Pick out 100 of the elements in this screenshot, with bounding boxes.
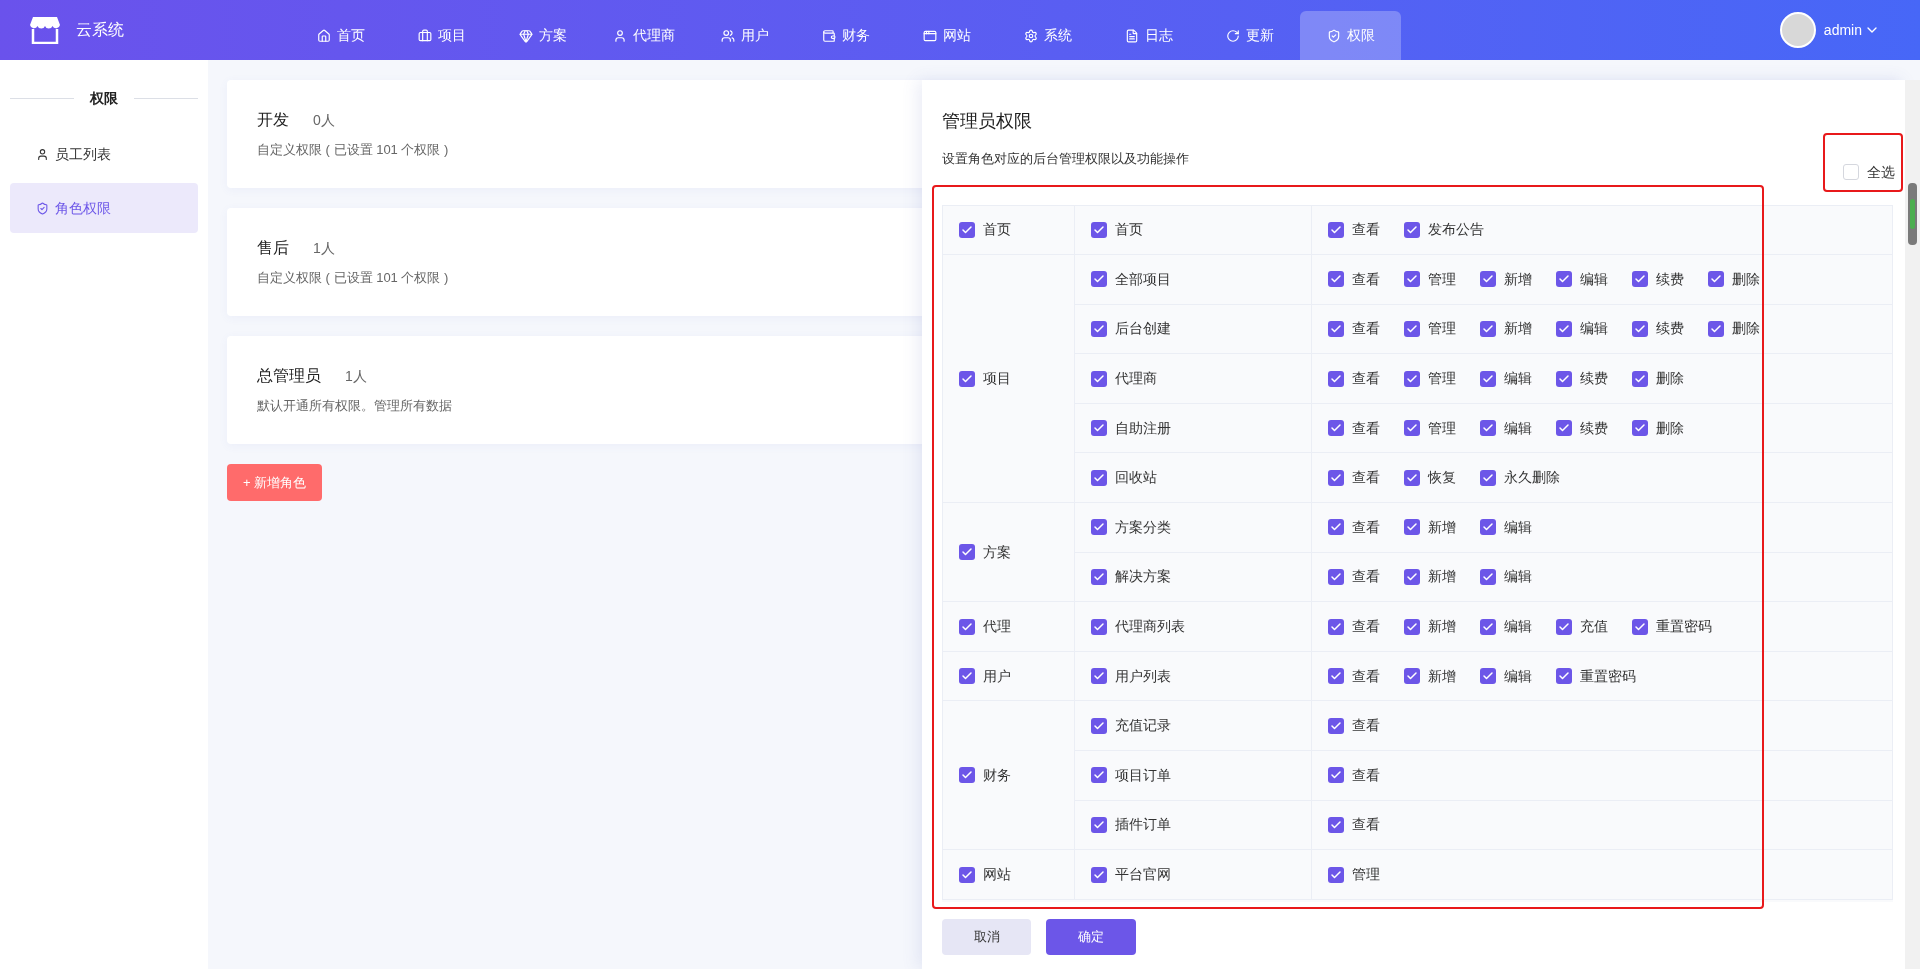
check-icon <box>1093 323 1105 335</box>
checkbox[interactable] <box>1480 568 1496 585</box>
nav-tab[interactable]: 代理商 <box>593 11 694 60</box>
checkbox-label: 恢复 <box>1428 468 1456 488</box>
checkbox-label: 查看 <box>1352 220 1380 240</box>
checkbox[interactable] <box>1091 866 1107 883</box>
scrollbar-thumb[interactable] <box>1908 183 1917 245</box>
checkbox[interactable] <box>1480 618 1496 635</box>
user-menu[interactable]: admin <box>1823 19 1880 41</box>
checkbox[interactable] <box>1708 271 1724 288</box>
checkbox[interactable] <box>1556 271 1572 288</box>
checkbox[interactable] <box>1091 767 1107 784</box>
checkbox[interactable] <box>1480 469 1496 486</box>
checkbox[interactable] <box>1404 321 1420 337</box>
checkbox[interactable] <box>1556 618 1572 635</box>
checkbox[interactable] <box>1404 469 1420 486</box>
checkbox[interactable] <box>1556 321 1572 337</box>
checkbox[interactable] <box>1480 321 1496 337</box>
storefront-logo-icon <box>30 16 60 44</box>
checkbox[interactable] <box>1328 469 1344 486</box>
shield-check-icon <box>1326 28 1341 43</box>
checkbox[interactable] <box>1632 618 1648 635</box>
checkbox[interactable] <box>1843 164 1859 180</box>
checkbox[interactable] <box>1328 816 1344 833</box>
checkbox[interactable] <box>1091 568 1107 585</box>
checkbox[interactable] <box>1556 420 1572 437</box>
checkbox[interactable] <box>1328 618 1344 635</box>
nav-tab[interactable]: 用户 <box>694 11 795 60</box>
checkbox[interactable] <box>1404 420 1420 437</box>
checkbox[interactable] <box>1091 469 1107 486</box>
checkbox-label: 首页 <box>1115 220 1143 240</box>
checkbox[interactable] <box>959 866 975 883</box>
nav-tab[interactable]: 方案 <box>492 11 593 60</box>
checkbox[interactable] <box>1480 271 1496 288</box>
checkbox[interactable] <box>1632 321 1648 337</box>
checkbox[interactable] <box>1404 271 1420 288</box>
checkbox[interactable] <box>1091 519 1107 536</box>
checkbox[interactable] <box>1480 420 1496 437</box>
checkbox[interactable] <box>1480 668 1496 685</box>
checkbox[interactable] <box>1091 221 1107 238</box>
member-count: 0人 <box>313 111 335 131</box>
checkbox[interactable] <box>1556 668 1572 685</box>
checkbox[interactable] <box>959 544 975 561</box>
checkbox[interactable] <box>1632 420 1648 437</box>
nav-tab[interactable]: 网站 <box>896 11 997 60</box>
checkbox[interactable] <box>959 221 975 238</box>
checkbox[interactable] <box>1404 618 1420 635</box>
nav-tab[interactable]: 系统 <box>997 11 1098 60</box>
checkbox[interactable] <box>1480 519 1496 536</box>
checkbox[interactable] <box>1091 370 1107 387</box>
checkbox[interactable] <box>1404 221 1420 238</box>
checkbox[interactable] <box>959 767 975 784</box>
add-role-button[interactable]: + 新增角色 <box>227 464 323 501</box>
checkbox[interactable] <box>1328 420 1344 437</box>
checkbox[interactable] <box>1091 321 1107 337</box>
checkbox[interactable] <box>1404 668 1420 685</box>
checkbox[interactable] <box>1328 866 1344 883</box>
shield-check-icon <box>36 201 49 215</box>
sidebar-item[interactable]: 员工列表 <box>10 129 198 179</box>
checkbox[interactable] <box>1091 420 1107 437</box>
checkbox[interactable] <box>959 618 975 635</box>
checkbox[interactable] <box>1632 271 1648 288</box>
sidebar-item[interactable]: 角色权限 <box>10 183 198 233</box>
nav-tab[interactable]: 更新 <box>1199 11 1300 60</box>
checkbox[interactable] <box>1328 519 1344 536</box>
nav-tab[interactable]: 首页 <box>290 11 391 60</box>
checkbox[interactable] <box>1091 717 1107 734</box>
checkbox[interactable] <box>959 668 975 685</box>
nav-tab[interactable]: 财务 <box>795 11 896 60</box>
checkbox[interactable] <box>1328 717 1344 734</box>
check-icon <box>1406 620 1418 633</box>
nav-tab[interactable]: 项目 <box>391 11 492 60</box>
checkbox[interactable] <box>1328 370 1344 387</box>
checkbox[interactable] <box>1328 767 1344 784</box>
checkbox[interactable] <box>959 370 975 387</box>
checkbox[interactable] <box>1091 271 1107 288</box>
checkbox[interactable] <box>1632 370 1648 387</box>
checkbox[interactable] <box>1091 618 1107 635</box>
checkbox[interactable] <box>1328 271 1344 288</box>
checkbox[interactable] <box>1091 668 1107 685</box>
check-icon <box>1482 570 1494 583</box>
checkbox[interactable] <box>1404 370 1420 387</box>
checkbox[interactable] <box>1328 568 1344 585</box>
checkbox[interactable] <box>1328 321 1344 337</box>
nav-tab[interactable]: 日志 <box>1098 11 1199 60</box>
check-icon <box>1330 818 1342 831</box>
check-icon <box>1406 570 1418 583</box>
avatar[interactable] <box>1779 12 1816 48</box>
checkbox[interactable] <box>1480 370 1496 387</box>
check-icon <box>1330 323 1342 335</box>
confirm-button[interactable]: 确定 <box>1046 918 1136 955</box>
checkbox[interactable] <box>1091 816 1107 833</box>
checkbox[interactable] <box>1404 519 1420 536</box>
nav-tab[interactable]: 权限 <box>1300 11 1401 60</box>
checkbox[interactable] <box>1556 370 1572 387</box>
checkbox[interactable] <box>1328 221 1344 238</box>
checkbox[interactable] <box>1404 568 1420 585</box>
checkbox[interactable] <box>1708 321 1724 337</box>
cancel-button[interactable]: 取消 <box>942 918 1031 955</box>
checkbox[interactable] <box>1328 668 1344 685</box>
